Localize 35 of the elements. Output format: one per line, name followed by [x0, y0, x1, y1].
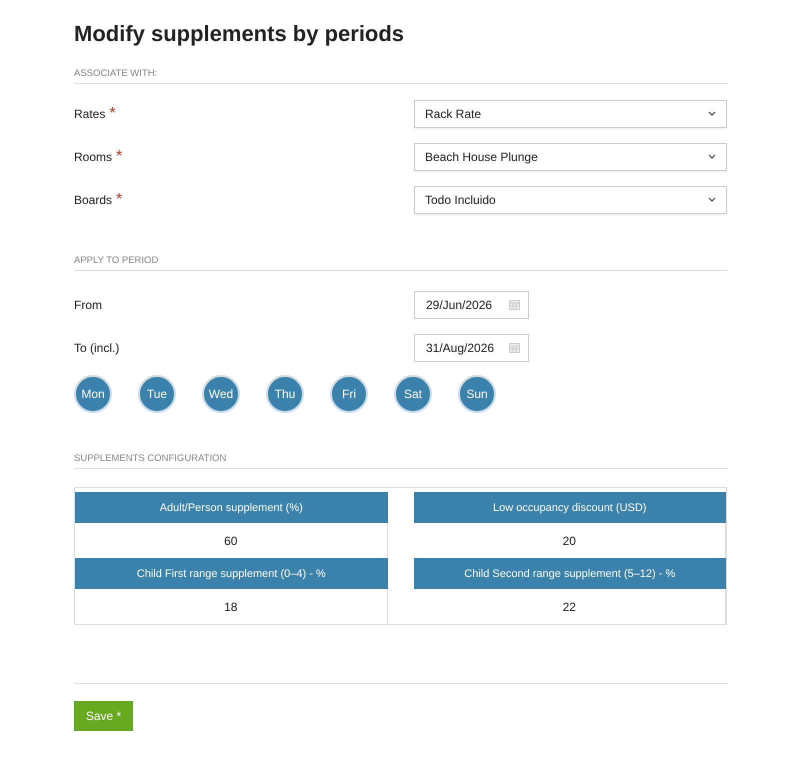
- weekday-toggle[interactable]: Mon: [74, 375, 112, 413]
- weekday-toggle[interactable]: Wed: [202, 375, 240, 413]
- chevron-down-icon: [708, 111, 716, 116]
- date-field[interactable]: 29/Jun/2026: [414, 290, 529, 318]
- page-title: Modify supplements by periods: [74, 20, 406, 48]
- select-field[interactable]: Beach House Plunge: [414, 142, 727, 170]
- weekday-toggle[interactable]: Sat: [394, 375, 432, 413]
- calendar-icon: [509, 299, 520, 310]
- weekday-toggle[interactable]: Thu: [266, 375, 304, 413]
- field-label: Boards: [74, 192, 112, 206]
- select-field[interactable]: Rack Rate: [414, 100, 727, 128]
- required-mark: *: [116, 190, 122, 208]
- weekday-toggle[interactable]: Tue: [138, 375, 176, 413]
- column-header: Adult/Person supplement (%): [75, 492, 388, 523]
- date-field[interactable]: 31/Aug/2026: [414, 334, 529, 362]
- field-label: From: [74, 298, 102, 312]
- value-cell[interactable]: 18: [75, 589, 388, 624]
- chevron-down-icon: [708, 154, 716, 159]
- field-label: Rooms: [74, 150, 112, 164]
- section-heading: ASSOCIATE WITH:: [74, 68, 727, 84]
- section-heading: APPLY TO PERIOD: [74, 255, 727, 271]
- required-mark: *: [109, 104, 116, 122]
- column-header: Child Second range supplement (5–12) - %: [414, 558, 726, 589]
- section-heading: SUPPLEMENTS CONFIGURATION: [74, 453, 727, 469]
- select-field[interactable]: Todo Incluido: [414, 186, 727, 214]
- field-label: To (incl.): [74, 340, 120, 354]
- column-header: Child First range supplement (0–4) - %: [75, 558, 388, 589]
- chevron-down-icon: [708, 197, 716, 202]
- weekday-toggle[interactable]: Sun: [458, 375, 496, 413]
- value-cell[interactable]: 22: [414, 589, 726, 624]
- field-label: Rates: [74, 106, 106, 120]
- calendar-icon: [509, 342, 520, 353]
- weekday-toggle[interactable]: Fri: [330, 375, 368, 413]
- required-mark: *: [116, 148, 122, 166]
- column-header: Low occupancy discount (USD): [414, 492, 726, 523]
